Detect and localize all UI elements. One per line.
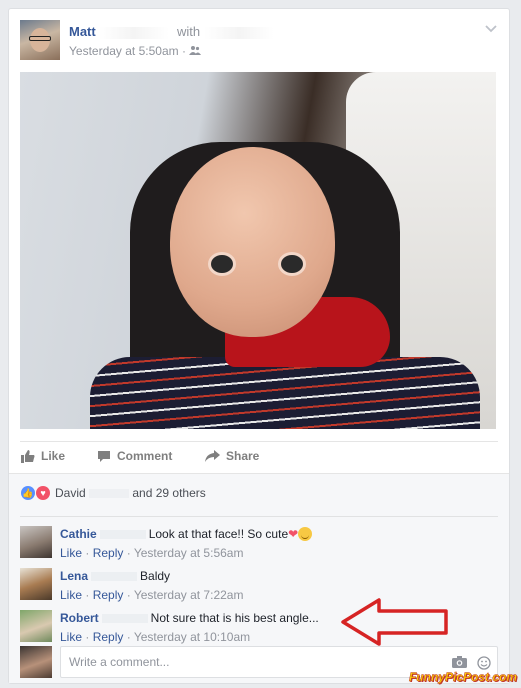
comment-input-placeholder: Write a comment... [69, 655, 170, 669]
commenter-name[interactable]: Robert [60, 611, 99, 625]
viewer-avatar[interactable] [20, 646, 52, 678]
friends-icon[interactable] [189, 44, 202, 58]
like-button[interactable]: Like [21, 449, 65, 463]
comment-timestamp[interactable]: Yesterday at 10:10am [134, 630, 250, 644]
smile-emoji-icon [298, 527, 313, 541]
love-reaction-icon: ♥ [36, 486, 50, 500]
comment-icon [98, 450, 110, 462]
redacted-surname [99, 530, 146, 540]
post-meta: Yesterday at 5:50am · [69, 44, 202, 58]
watermark: FunnyPicPost.com [408, 670, 518, 685]
comment-item: Cathie Look at that face!! So cute❤ Like … [20, 526, 498, 564]
share-label: Share [226, 449, 260, 463]
reactor-name[interactable]: David [55, 486, 86, 500]
author-avatar[interactable] [20, 20, 60, 60]
actions-divider-top [20, 441, 498, 442]
with-label: with [176, 24, 201, 39]
commenter-name[interactable]: Lena [60, 569, 88, 583]
post-card: Matt with Yesterday at 5:50am · Like Com… [8, 8, 510, 684]
meta-separator: · [181, 44, 186, 58]
share-button[interactable]: Share [205, 449, 259, 463]
comment-like-link[interactable]: Like [60, 546, 82, 560]
thumbs-up-icon [21, 450, 35, 463]
redacted-tagged-name [203, 26, 274, 39]
commenter-avatar[interactable] [20, 526, 52, 558]
post-photo[interactable] [20, 72, 496, 429]
comment-like-link[interactable]: Like [60, 630, 82, 644]
comment-label: Comment [117, 449, 173, 463]
commenter-avatar[interactable] [20, 568, 52, 600]
commenter-name[interactable]: Cathie [60, 527, 97, 541]
post-header: Matt with [69, 24, 274, 39]
comment-timestamp[interactable]: Yesterday at 7:22am [134, 588, 244, 602]
redacted-surname [101, 614, 148, 624]
commenter-avatar[interactable] [20, 610, 52, 642]
annotation-arrow-icon [341, 598, 448, 646]
reactions-summary[interactable]: 👍 ♥ David and 29 others [21, 486, 206, 500]
comment-like-link[interactable]: Like [60, 588, 82, 602]
like-reaction-icon: 👍 [21, 486, 35, 500]
redacted-surname [91, 572, 138, 582]
comment-reply-link[interactable]: Reply [93, 630, 124, 644]
comment-text: Look at that face!! So cute [148, 527, 289, 541]
post-timestamp[interactable]: Yesterday at 5:50am [69, 44, 179, 58]
heart-emoji-icon: ❤ [288, 527, 299, 541]
comment-text: Baldy [140, 569, 171, 583]
comment-reply-link[interactable]: Reply [93, 546, 124, 560]
feedback-section: 👍 ♥ David and 29 others Cathie Look at th… [9, 473, 509, 683]
comment-text: Not sure that is his best angle... [150, 611, 319, 625]
share-icon [205, 450, 220, 462]
redacted-name [99, 26, 170, 39]
comment-timestamp[interactable]: Yesterday at 5:56am [134, 546, 244, 560]
comment-reply-link[interactable]: Reply [93, 588, 124, 602]
redacted-surname [89, 489, 130, 499]
comment-button[interactable]: Comment [97, 449, 172, 463]
reactions-count-text[interactable]: and 29 others [132, 486, 205, 500]
comments-divider [20, 516, 498, 517]
chevron-down-icon[interactable] [485, 21, 497, 36]
author-name[interactable]: Matt [69, 24, 96, 39]
like-label: Like [41, 449, 66, 463]
